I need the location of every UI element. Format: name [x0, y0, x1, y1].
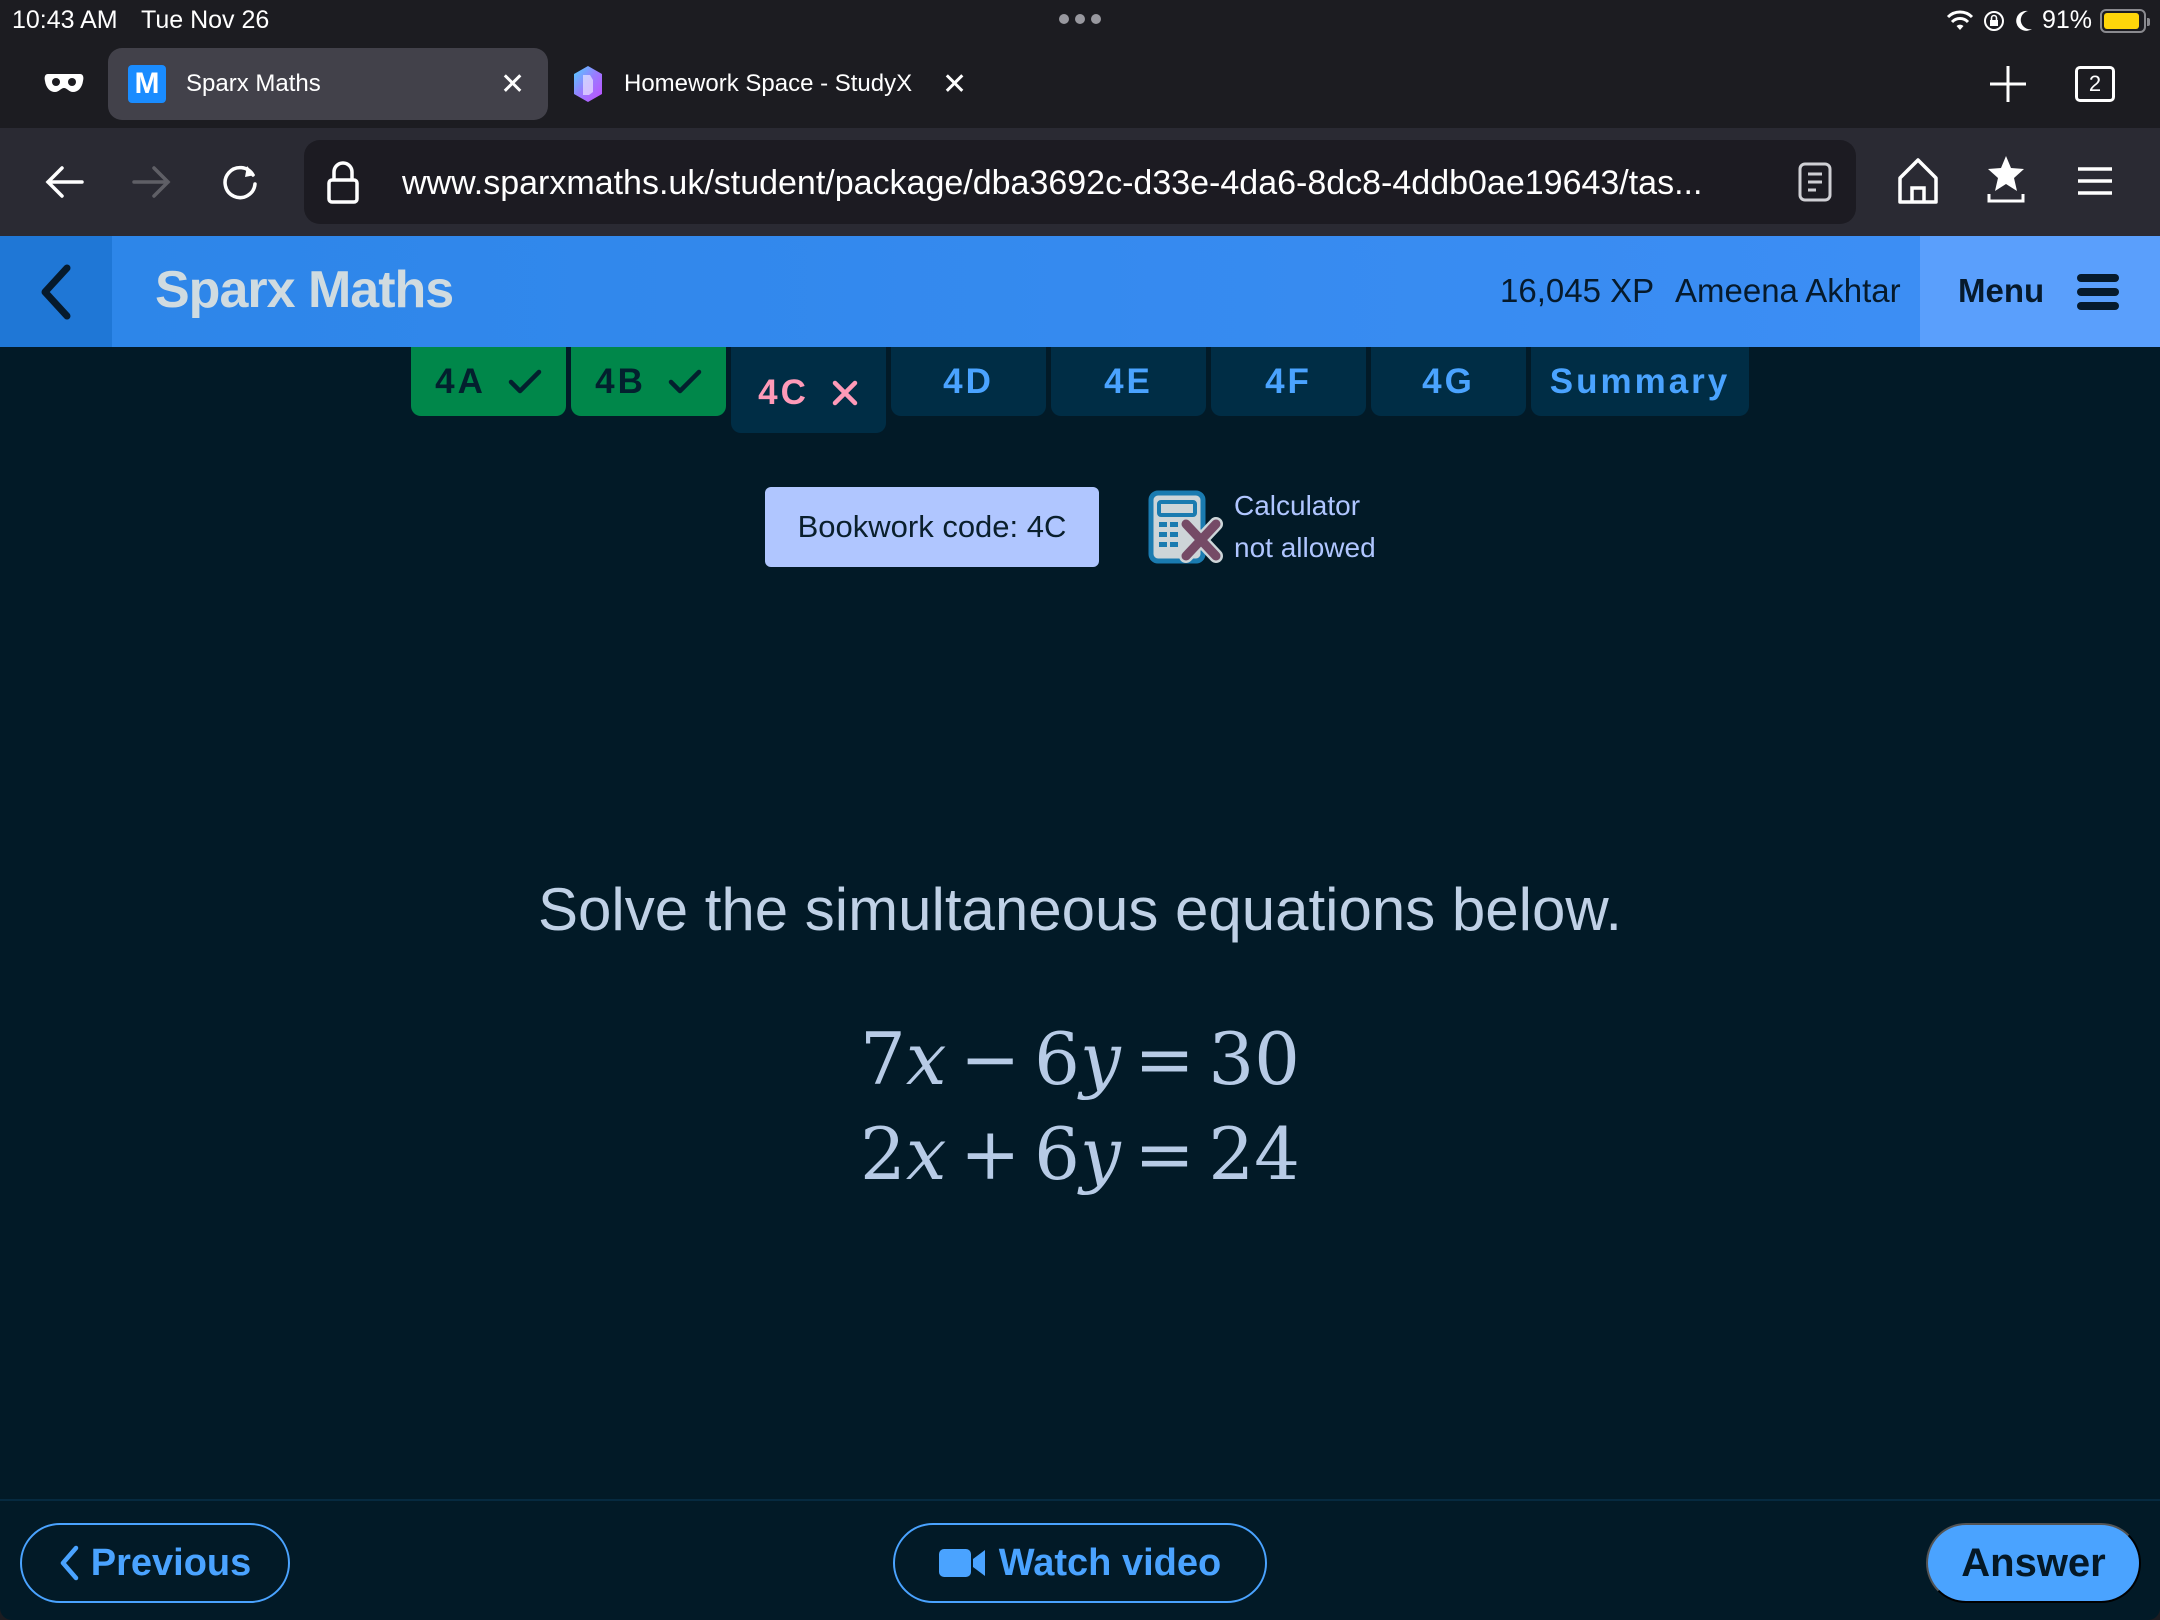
section-tab-label: 4D [943, 361, 994, 401]
previous-label: Previous [90, 1541, 252, 1584]
section-tab-label: 4B [595, 361, 646, 401]
video-camera-icon [938, 1549, 985, 1577]
checkmark-icon [668, 369, 702, 393]
bookmark-star-icon[interactable] [1986, 154, 2026, 204]
section-tab-4b[interactable]: 4B [571, 347, 726, 416]
section-tab-4g[interactable]: 4G [1371, 347, 1526, 416]
sparx-favicon-icon: M [128, 65, 166, 103]
tab-count-button[interactable]: 2 [2075, 66, 2115, 102]
browser-tab-bar: M Sparx Maths ✕ Homework Space - StudyX … [0, 40, 2160, 128]
status-bar: 10:43 AM Tue Nov 26 91% [0, 0, 2160, 40]
answer-button[interactable]: Answer [1926, 1523, 2141, 1603]
url-text[interactable]: www.sparxmaths.uk/student/package/dba369… [402, 164, 1702, 203]
user-name[interactable]: Ameena Akhtar [1675, 272, 1901, 310]
term-y: 6y [1034, 1112, 1121, 1196]
xp-count: 16,045 XP [1500, 272, 1655, 309]
multitasking-dots-icon[interactable] [1059, 14, 1101, 24]
section-tab-label: 4A [435, 361, 486, 401]
tab-title: Homework Space - StudyX [624, 70, 913, 97]
reload-icon[interactable] [216, 158, 264, 206]
equation-1: 7x − 6y = 30 [860, 1017, 1300, 1101]
back-arrow-icon[interactable] [40, 158, 88, 206]
footer-divider [0, 1499, 2160, 1501]
section-tab-label: 4E [1104, 361, 1153, 401]
main-content: 4A 4B 4C 4D 4E 4F 4G Summary Bookwork code: 4C … [0, 347, 2160, 1620]
equation-2: 2x + 6y = 24 [860, 1112, 1300, 1196]
close-tab-icon[interactable]: ✕ [942, 67, 967, 102]
menu-button[interactable]: Menu [1920, 236, 2160, 347]
bookwork-code-badge: Bookwork code: 4C [765, 487, 1099, 567]
chevron-left-icon [41, 264, 71, 319]
menu-label: Menu [1958, 272, 2045, 309]
equals-sign: = [1134, 1112, 1195, 1196]
section-tab-4e[interactable]: 4E [1051, 347, 1206, 416]
calculator-status: Calculator not allowed [1234, 485, 1376, 569]
operator: − [960, 1017, 1021, 1101]
new-tab-icon[interactable] [1988, 64, 2028, 104]
url-field[interactable]: www.sparxmaths.uk/student/package/dba369… [304, 140, 1856, 224]
hamburger-icon [2077, 274, 2119, 310]
previous-button[interactable]: Previous [20, 1523, 290, 1603]
section-tab-label: 4G [1422, 361, 1475, 401]
orientation-lock-icon [1983, 10, 2004, 31]
wifi-icon [1946, 10, 1974, 30]
lock-icon [327, 161, 359, 204]
calculator-label: Calculator [1234, 490, 1361, 521]
section-tab-label: Summary [1549, 361, 1731, 401]
calculator-not-allowed-icon [1148, 490, 1223, 564]
browser-toolbar: www.sparxmaths.uk/student/package/dba369… [0, 128, 2160, 236]
cross-icon [832, 380, 858, 406]
question-prompt: Solve the simultaneous equations below. [537, 876, 1623, 943]
status-time: 10:43 AM [12, 6, 118, 34]
moon-icon [2016, 10, 2032, 31]
section-tab-4d[interactable]: 4D [891, 347, 1046, 416]
browser-tab-sparx[interactable]: M Sparx Maths ✕ [108, 48, 548, 120]
section-tab-label: 4C [758, 373, 809, 412]
private-mode-mask-icon[interactable] [44, 68, 84, 98]
tab-title: Sparx Maths [186, 70, 321, 97]
term-x: 7x [860, 1017, 947, 1101]
status-date: Tue Nov 26 [141, 6, 270, 34]
section-tab-4c[interactable]: 4C [731, 347, 886, 433]
calculator-restriction: not allowed [1234, 532, 1376, 563]
studyx-gem-icon [574, 66, 602, 102]
chevron-left-icon [60, 1545, 78, 1581]
browser-menu-icon[interactable] [2078, 166, 2112, 196]
term-y: 6y [1034, 1017, 1121, 1101]
forward-arrow-icon[interactable] [128, 158, 176, 206]
reader-view-icon[interactable] [1798, 162, 1832, 202]
section-tab-label: 4F [1265, 361, 1312, 401]
rhs-value: 30 [1208, 1017, 1300, 1101]
section-tab-4f[interactable]: 4F [1211, 347, 1366, 416]
term-x: 2x [860, 1112, 947, 1196]
battery-icon [2100, 8, 2150, 33]
brand-logo[interactable]: Sparx Maths [155, 260, 454, 320]
watch-video-label: Watch video [998, 1541, 1222, 1584]
browser-tab-studyx[interactable]: Homework Space - StudyX ✕ [560, 48, 1000, 120]
close-tab-icon[interactable]: ✕ [500, 67, 525, 102]
home-icon[interactable] [1896, 156, 1940, 206]
rhs-value: 24 [1208, 1112, 1300, 1196]
back-button[interactable] [0, 236, 112, 347]
equals-sign: = [1134, 1017, 1195, 1101]
operator: + [960, 1112, 1021, 1196]
status-indicators: 91% [1946, 6, 2150, 35]
section-tab-4a[interactable]: 4A [411, 347, 566, 416]
section-tab-summary[interactable]: Summary [1531, 347, 1749, 416]
checkmark-icon [508, 369, 542, 393]
battery-percent: 91% [2041, 6, 2092, 34]
sparx-header: Sparx Maths 16,045 XP Ameena Akhtar Menu [0, 236, 2160, 347]
watch-video-button[interactable]: Watch video [893, 1523, 1267, 1603]
